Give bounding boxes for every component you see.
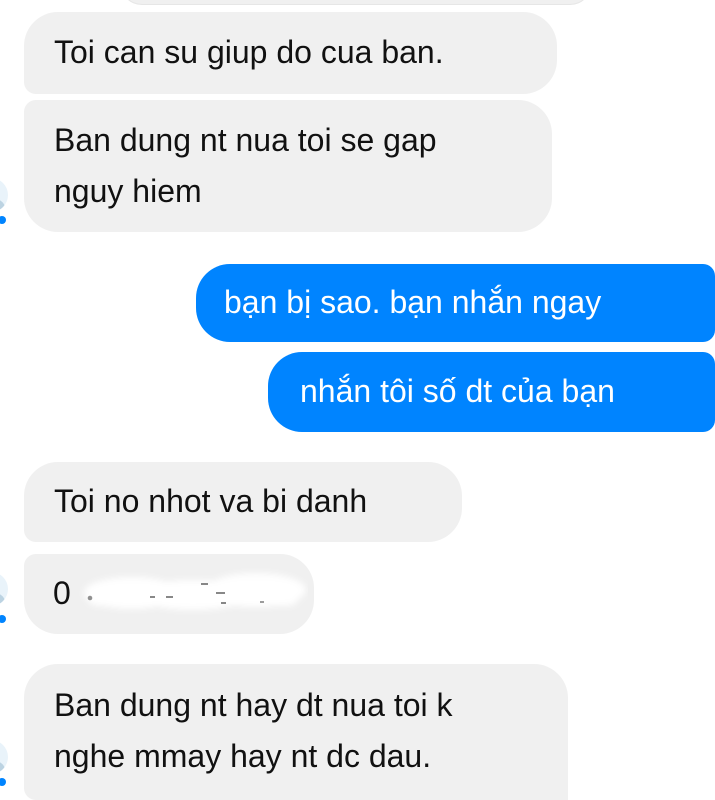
contact-avatar-icon [0,740,8,774]
read-receipt-icon [0,778,6,786]
message-bubble-outgoing[interactable]: nhắn tôi số dt của bạn [268,352,715,432]
message-text: nhắn tôi số dt của bạn [300,373,615,409]
phone-number-visible-digit: 0 [53,575,71,611]
contact-avatar-icon [0,572,8,606]
message-text-line: Ban dung nt nua toi se gap [54,122,437,158]
message-text: Toi can su giup do cua ban. [54,34,444,70]
previous-message-edge [120,0,592,5]
chat-conversation: Toi can su giup do cua ban. Ban dung nt … [0,0,715,800]
message-text-line: nghe mmay hay nt dc dau. [54,738,432,774]
message-bubble-incoming[interactable]: Ban dung nt nua toi se gap nguy hiem [24,100,552,232]
message-bubble-outgoing[interactable]: bạn bị sao. bạn nhắn ngay [196,264,715,342]
message-bubble-incoming[interactable]: Toi no nhot va bi danh [24,462,462,542]
contact-avatar-icon [0,178,8,212]
message-text: bạn bị sao. bạn nhắn ngay [224,284,602,320]
message-bubble-incoming[interactable]: Ban dung nt hay dt nua toi k nghe mmay h… [24,664,568,800]
message-text-line: Ban dung nt hay dt nua toi k [54,687,453,723]
message-text-line: nguy hiem [54,173,202,209]
message-text: Toi no nhot va bi danh [54,483,368,519]
read-receipt-icon [0,216,6,224]
message-bubble-incoming[interactable]: Toi can su giup do cua ban. [24,12,557,94]
read-receipt-icon [0,615,6,623]
phone-number-redaction [84,573,306,610]
